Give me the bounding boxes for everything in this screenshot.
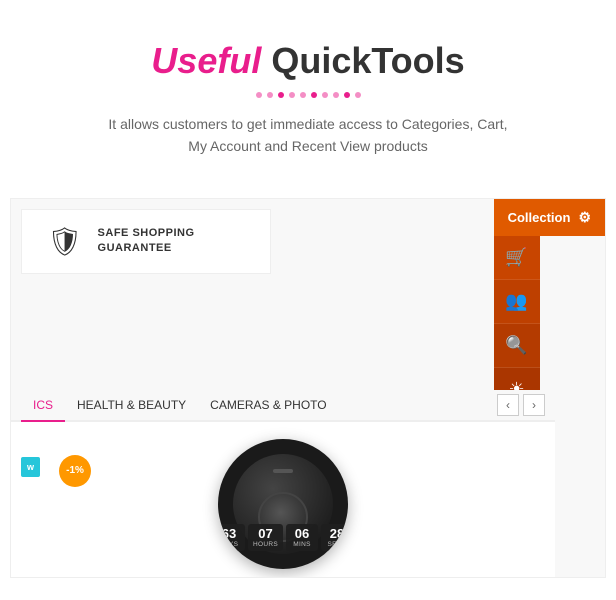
dot — [256, 92, 262, 98]
countdown-secs: 28 SECS — [321, 524, 348, 551]
discount-badge: -1% — [59, 455, 91, 487]
category-tabs: ICS HEALTH & BEAUTY CAMERAS & PHOTO ‹ › — [11, 390, 555, 422]
cart-button[interactable]: 🛒 — [494, 236, 540, 280]
product-area: w -1% 63 DAYS — [11, 422, 555, 577]
cart-icon: 🛒 — [505, 247, 527, 268]
tab-prev-button[interactable]: ‹ — [497, 394, 519, 416]
title-useful: Useful — [151, 40, 261, 81]
new-badge: w — [21, 457, 40, 477]
page-title: Useful QuickTools — [20, 40, 596, 82]
search-icon: 🔍 — [505, 335, 527, 356]
safe-shopping-banner: 🛡 SAFE SHOPPING GUARANTEE — [21, 209, 271, 274]
collection-button[interactable]: Collection ⚙ — [494, 199, 605, 236]
filter-icon: ⚙ — [578, 209, 591, 226]
dot-active — [311, 92, 317, 98]
product-image: 63 DAYS 07 HOURS 06 MINS 28 — [218, 439, 348, 569]
tab-ics[interactable]: ICS — [21, 390, 65, 422]
dot-active — [278, 92, 284, 98]
robot-detail — [273, 469, 293, 473]
countdown-mins: 06 MINS — [286, 524, 318, 551]
safe-shopping-text: SAFE SHOPPING GUARANTEE — [98, 226, 195, 257]
title-quicktools: QuickTools — [261, 40, 464, 81]
collection-label: Collection — [508, 210, 571, 225]
header-section: Useful QuickTools It allows customers to… — [0, 0, 616, 178]
countdown-timer: 63 DAYS 07 HOURS 06 MINS 28 — [218, 524, 348, 551]
dot — [333, 92, 339, 98]
demo-area: 🛡 SAFE SHOPPING GUARANTEE Collection ⚙ 🛒… — [10, 198, 606, 578]
dot — [355, 92, 361, 98]
tab-next-button[interactable]: › — [523, 394, 545, 416]
shield-icon: 🛡 — [47, 225, 83, 258]
product-card: 63 DAYS 07 HOURS 06 MINS 28 — [218, 439, 348, 569]
dot — [289, 92, 295, 98]
dot — [322, 92, 328, 98]
account-button[interactable]: 👥 — [494, 280, 540, 324]
page-wrapper: Useful QuickTools It allows customers to… — [0, 0, 616, 578]
countdown-hours: 07 HOURS — [248, 524, 283, 551]
tab-cameras-photo[interactable]: CAMERAS & PHOTO — [198, 390, 338, 420]
header-subtitle: It allows customers to get immediate acc… — [83, 113, 533, 158]
right-tools: Collection ⚙ 🛒 👥 🔍 ☀ — [494, 199, 605, 412]
dot — [300, 92, 306, 98]
dot-active — [344, 92, 350, 98]
dot — [267, 92, 273, 98]
tab-health-beauty[interactable]: HEALTH & BEAUTY — [65, 390, 198, 420]
search-button[interactable]: 🔍 — [494, 324, 540, 368]
countdown-days: 63 DAYS — [218, 524, 245, 551]
account-icon: 👥 — [505, 291, 527, 312]
dots-decoration — [20, 92, 596, 98]
tab-navigation: ‹ › — [497, 394, 545, 416]
